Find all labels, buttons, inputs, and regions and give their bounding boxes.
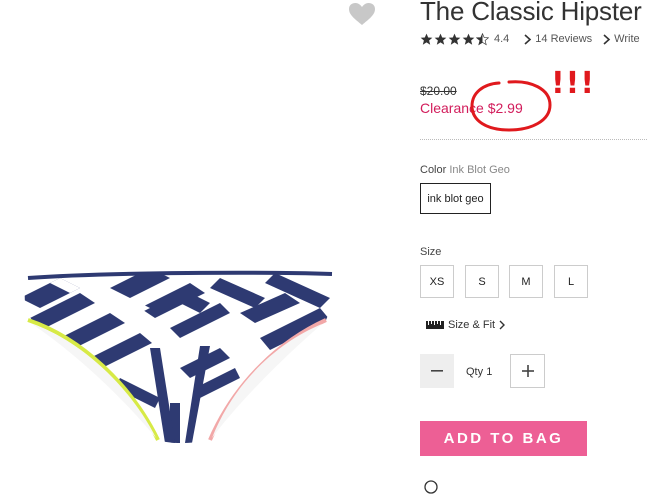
- info-icon: [424, 480, 438, 494]
- size-option-s[interactable]: S: [465, 265, 499, 298]
- star-icon: [462, 33, 475, 45]
- color-swatch-ink-blot-geo[interactable]: ink blot geo: [420, 183, 491, 214]
- plus-icon: [521, 365, 534, 377]
- rating-value: 4.4: [494, 33, 510, 45]
- add-to-bag-button[interactable]: ADD TO BAG: [420, 421, 587, 456]
- chevron-right-icon: [524, 33, 532, 45]
- dotted-divider: [420, 139, 647, 140]
- size-fit-link[interactable]: Size & Fit: [426, 319, 506, 331]
- size-option-xs[interactable]: XS: [420, 265, 454, 298]
- annotation-exclamation: !!!: [551, 66, 596, 101]
- color-value: Ink Blot Geo: [449, 164, 510, 176]
- qty-display: Qty 1: [466, 366, 492, 378]
- size-option-m[interactable]: M: [509, 265, 543, 298]
- product-title: The Classic Hipster: [420, 0, 642, 26]
- heart-icon[interactable]: [348, 2, 376, 26]
- qty-label: Qty: [466, 366, 484, 378]
- qty-value: 1: [486, 366, 493, 378]
- color-label-row: Color Ink Blot Geo: [420, 164, 510, 176]
- minus-icon: [431, 370, 443, 372]
- star-icon: [434, 33, 447, 45]
- write-review-link[interactable]: Write: [614, 33, 639, 45]
- star-half-icon: [476, 32, 489, 45]
- qty-increment-button[interactable]: [510, 354, 545, 388]
- annotation-circle: [470, 80, 552, 132]
- qty-decrement-button[interactable]: [420, 354, 454, 388]
- rating-row: 4.4 14 Reviews Write: [420, 31, 640, 47]
- star-icon: [448, 33, 461, 45]
- ruler-icon: [426, 321, 444, 329]
- chevron-right-icon: [499, 320, 506, 330]
- original-price: $20.00: [420, 84, 457, 98]
- size-label: Size: [420, 246, 442, 258]
- size-fit-label: Size & Fit: [448, 319, 496, 331]
- chevron-right-icon: [603, 33, 611, 45]
- product-image: [24, 270, 333, 443]
- bottom-info-row: [424, 480, 446, 494]
- star-icon: [420, 33, 433, 45]
- reviews-link[interactable]: 14 Reviews: [535, 33, 592, 45]
- size-option-l[interactable]: L: [554, 265, 588, 298]
- color-label: Color: [420, 164, 447, 176]
